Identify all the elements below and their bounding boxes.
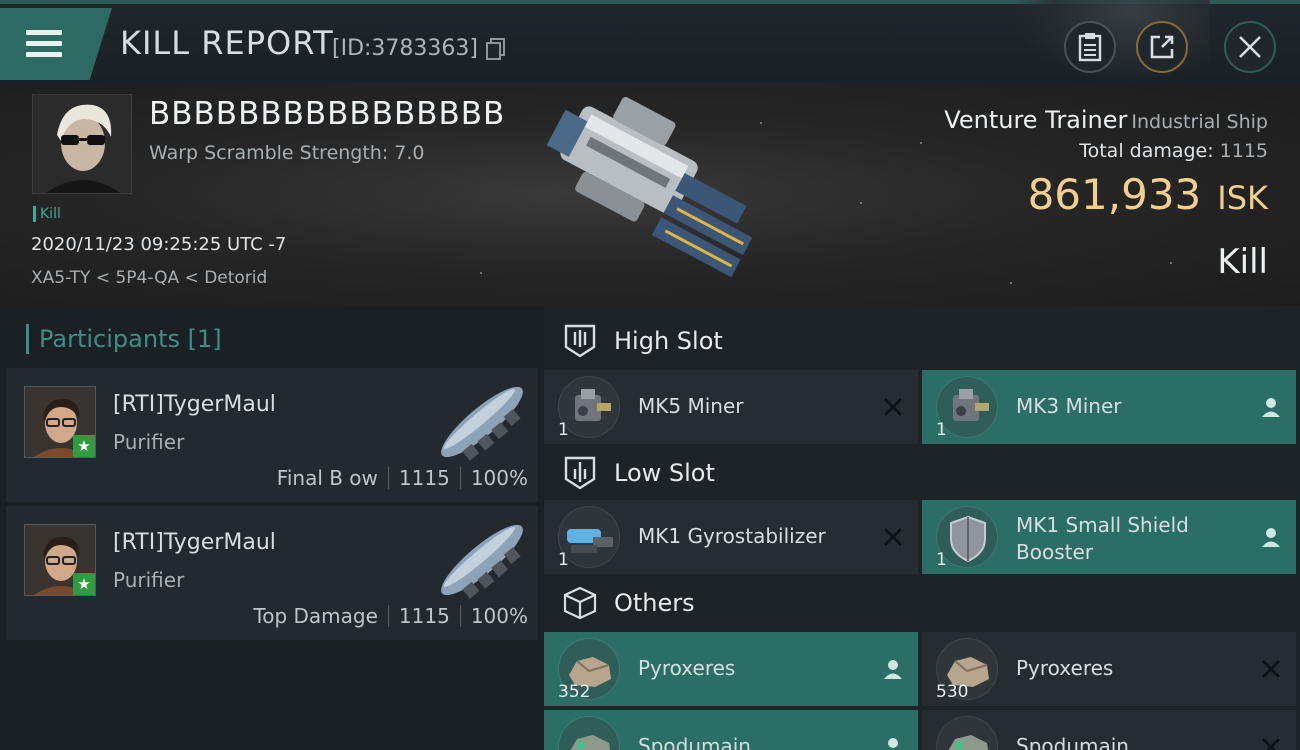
isk-amount: 861,933	[1027, 170, 1202, 219]
item-name: Spodumain	[1016, 734, 1129, 750]
star-icon: ★	[73, 573, 95, 595]
victim-summary: BBBBBBBBBBBBBBBB Warp Scramble Strength:…	[0, 82, 1300, 306]
item-name: Pyroxeres	[638, 656, 736, 680]
isk-value: 861,933 ISK	[1028, 170, 1268, 219]
item-quantity: 1	[558, 420, 569, 440]
cargo-box-icon	[563, 586, 597, 620]
participants-title: Participants [1]	[26, 324, 222, 354]
isk-unit: ISK	[1217, 179, 1268, 217]
warp-scramble-strength: Warp Scramble Strength: 7.0	[149, 142, 425, 164]
high-slot-header: High Slot	[544, 312, 1300, 370]
item-quantity: 530	[936, 682, 969, 702]
module-item[interactable]: 1 MK5 Miner	[544, 370, 918, 444]
fitting-panel: High Slot 1 MK5 Miner 1 MK3 Miner Low Sl…	[544, 306, 1300, 750]
close-icon	[1239, 36, 1261, 58]
cargo-item[interactable]: Spodumain	[922, 710, 1296, 750]
destroyed-icon	[884, 528, 902, 546]
participant-ship-image	[441, 386, 523, 461]
clipboard-button[interactable]	[1064, 21, 1116, 73]
victim-portrait[interactable]	[32, 94, 132, 194]
module-item[interactable]: 1 MK3 Miner	[922, 370, 1296, 444]
participant-role: Final B ow	[276, 466, 378, 490]
item-name: Pyroxeres	[1016, 656, 1114, 680]
cargo-item[interactable]: 352 Pyroxeres	[544, 632, 918, 706]
share-icon	[1150, 35, 1174, 59]
participant-role: Top Damage	[253, 604, 378, 628]
item-name: MK1 Small Shield Booster	[1016, 513, 1189, 564]
participants-label: Participants	[39, 325, 180, 353]
kill-location[interactable]: XA5-TY < 5P4-QA < Detorid	[31, 268, 267, 288]
participant-ship: Purifier	[113, 568, 185, 592]
kill-result: Kill	[1217, 242, 1268, 282]
ship-render	[546, 96, 753, 278]
clipboard-icon	[1078, 33, 1102, 62]
page-title: KILL REPORT	[120, 24, 334, 62]
others-title: Others	[614, 589, 695, 617]
hamburger-icon	[26, 30, 62, 58]
person-icon	[1262, 528, 1280, 547]
report-id: [ID:3783363]	[332, 36, 478, 61]
destroyed-icon	[884, 398, 902, 416]
destroyed-icon	[1262, 660, 1280, 678]
item-quantity: 352	[558, 682, 591, 702]
high-slot-title: High Slot	[614, 327, 723, 355]
person-icon	[888, 738, 898, 748]
high-slot-icon	[564, 324, 596, 358]
item-quantity: 1	[936, 420, 947, 440]
menu-button[interactable]	[0, 8, 112, 80]
others-header: Others	[544, 574, 1300, 632]
total-damage-value: 1115	[1219, 140, 1268, 162]
participants-panel: Participants [1] ★ [RTI]TygerMaul Purifi…	[0, 306, 540, 750]
participant-row[interactable]: ★ [RTI]TygerMaul Purifier Final B ow 1115…	[6, 368, 538, 504]
copy-icon[interactable]	[486, 38, 506, 60]
star-icon: ★	[73, 435, 95, 457]
item-quantity: 1	[558, 550, 569, 570]
destroyed-icon	[1262, 738, 1280, 750]
module-item[interactable]: 1 MK1 Gyrostabilizer	[544, 500, 918, 574]
share-button[interactable]	[1136, 21, 1188, 73]
participant-pilot[interactable]: [RTI]TygerMaul	[113, 392, 276, 417]
top-bar: KILL REPORT [ID:3783363]	[0, 0, 1300, 84]
module-item[interactable]: 1 MK1 Small Shield Booster	[922, 500, 1296, 574]
participant-pilot[interactable]: [RTI]TygerMaul	[113, 530, 276, 555]
total-damage-label: Total damage:	[1079, 140, 1214, 162]
participant-percent: 100%	[470, 466, 528, 490]
participant-stats: Final B ow 1115 100%	[277, 466, 528, 490]
participant-stats: Top Damage 1115 100%	[253, 604, 528, 628]
participants-count: [1]	[187, 325, 222, 353]
ship-type: Venture Trainer	[944, 106, 1128, 134]
participant-ship-image	[441, 524, 523, 599]
item-name: Spodumain	[638, 734, 751, 750]
victim-name[interactable]: BBBBBBBBBBBBBBBB	[149, 96, 505, 132]
item-name: MK5 Miner	[638, 394, 744, 418]
ship-class: Industrial Ship	[1131, 111, 1268, 133]
kill-tag: Kill	[33, 206, 61, 222]
total-damage: Total damage: 1115	[1079, 140, 1268, 162]
participant-row[interactable]: ★ [RTI]TygerMaul Purifier Top Damage 1115…	[6, 506, 538, 642]
participant-ship: Purifier	[113, 430, 185, 454]
cargo-item[interactable]: 530 Pyroxeres	[922, 632, 1296, 706]
avatar: ★	[24, 524, 96, 596]
avatar	[33, 95, 131, 193]
person-icon	[884, 660, 902, 679]
ore-icon	[558, 716, 620, 750]
item-name: MK3 Miner	[1016, 394, 1122, 418]
close-button[interactable]	[1224, 21, 1276, 73]
person-icon	[1262, 398, 1280, 417]
low-slot-header: Low Slot	[544, 444, 1300, 502]
low-slot-icon	[564, 456, 596, 490]
low-slot-title: Low Slot	[614, 459, 715, 487]
item-name: MK1 Gyrostabilizer	[638, 524, 826, 548]
ship-name[interactable]: Venture Trainer Industrial Ship	[944, 106, 1268, 134]
avatar: ★	[24, 386, 96, 458]
participant-damage: 1115	[398, 604, 450, 628]
kill-datetime: 2020/11/23 09:25:25 UTC -7	[31, 234, 287, 255]
item-quantity: 1	[936, 550, 947, 570]
participant-damage: 1115	[398, 466, 450, 490]
participant-percent: 100%	[470, 604, 528, 628]
cargo-item[interactable]: Spodumain	[544, 710, 918, 750]
ore-icon	[936, 716, 998, 750]
